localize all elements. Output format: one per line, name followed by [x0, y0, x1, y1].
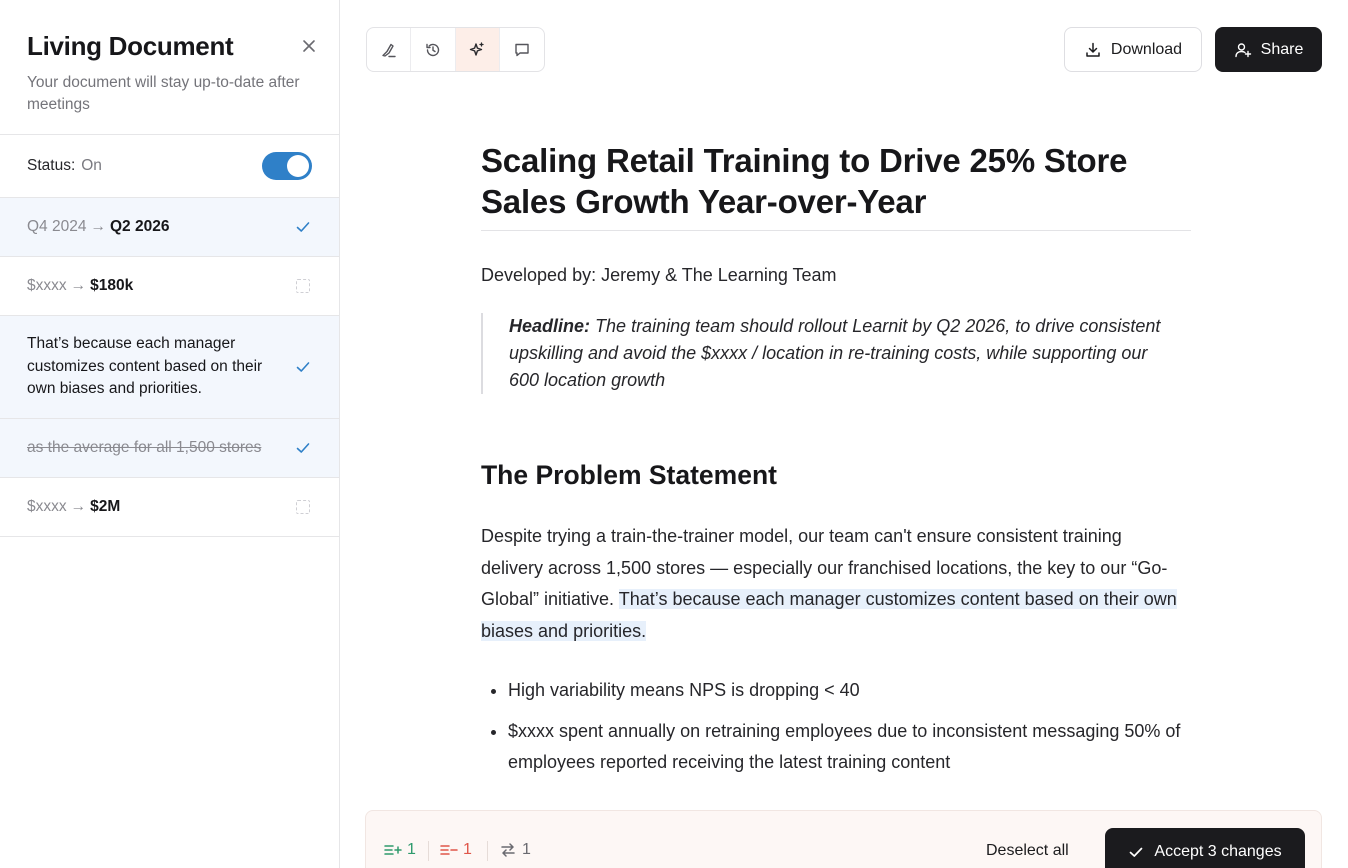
- check-icon[interactable]: [294, 439, 312, 457]
- headline-text: The training team should rollout Learnit…: [509, 316, 1161, 390]
- added-count-value: 1: [407, 841, 416, 858]
- arrow-right-icon: →: [90, 217, 106, 235]
- change-new-value: $180k: [90, 276, 134, 294]
- change-item-added-sentence[interactable]: That’s because each manager customizes c…: [0, 316, 339, 419]
- status-value: On: [81, 157, 102, 174]
- unchecked-box-icon[interactable]: [296, 279, 310, 293]
- change-item-amount-2[interactable]: $xxxx → $2M: [0, 478, 339, 537]
- change-old-value: Q4 2024: [27, 217, 87, 235]
- arrow-right-icon: →: [70, 276, 87, 294]
- check-icon[interactable]: [294, 358, 312, 376]
- sparkle-icon[interactable]: [455, 28, 500, 71]
- comment-icon[interactable]: [500, 28, 544, 71]
- added-count: 1: [384, 841, 416, 859]
- document-title[interactable]: Scaling Retail Training to Drive 25% Sto…: [481, 140, 1191, 231]
- section-heading[interactable]: The Problem Statement: [481, 459, 1191, 491]
- removed-count-value: 1: [463, 841, 472, 858]
- removed-text: as the average for all 1,500 stores: [27, 438, 262, 456]
- change-new-value: $2M: [90, 497, 121, 515]
- modified-count: 1: [499, 841, 531, 859]
- modified-count-value: 1: [522, 841, 531, 858]
- download-icon: [1086, 42, 1100, 57]
- developed-by[interactable]: Developed by: Jeremy & The Learning Team: [481, 263, 1191, 287]
- bullet-list: High variability means NPS is dropping <…: [481, 675, 1191, 778]
- share-button[interactable]: Share: [1215, 27, 1322, 72]
- status-row: Status: On: [0, 135, 339, 198]
- document-body: Scaling Retail Training to Drive 25% Sto…: [481, 140, 1191, 788]
- change-item-amount[interactable]: $xxxx → $180k: [0, 257, 339, 316]
- arrow-right-icon: →: [70, 497, 87, 515]
- swap-icon: [501, 843, 515, 857]
- status-toggle[interactable]: [262, 152, 312, 180]
- list-item[interactable]: $xxxx spent annually on retraining emplo…: [491, 716, 1191, 778]
- download-label: Download: [1110, 40, 1183, 58]
- list-item[interactable]: High variability means NPS is dropping <…: [491, 675, 1191, 706]
- close-icon[interactable]: [299, 36, 319, 56]
- toggle-knob: [287, 155, 309, 177]
- change-new-value: Q2 2026: [109, 217, 170, 235]
- history-icon[interactable]: [411, 28, 456, 71]
- download-button[interactable]: Download: [1064, 27, 1202, 72]
- panel-header: Living Document Your document will stay …: [0, 0, 339, 135]
- status-label: Status:: [27, 157, 76, 174]
- editor-toolbar: [366, 27, 545, 72]
- share-label: Share: [1260, 40, 1304, 58]
- accept-changes-button[interactable]: Accept 3 changes: [1105, 828, 1305, 868]
- lines-added-icon: [384, 845, 402, 855]
- panel-title: Living Document: [27, 31, 234, 61]
- panel-subtitle: Your document will stay up-to-date after…: [27, 74, 300, 113]
- lines-removed-icon: [440, 845, 458, 855]
- divider: [428, 841, 429, 861]
- change-old-value: $xxxx: [27, 497, 67, 515]
- accept-label: Accept 3 changes: [1154, 843, 1282, 860]
- check-icon[interactable]: [294, 218, 312, 236]
- change-item-date[interactable]: Q4 2024 → Q2 2026: [0, 198, 339, 257]
- headline-quote[interactable]: Headline: The training team should rollo…: [481, 313, 1181, 394]
- added-sentence: That’s because each manager customizes c…: [27, 335, 263, 398]
- living-document-panel: Living Document Your document will stay …: [0, 0, 340, 868]
- divider: [487, 841, 488, 861]
- pending-changes-bar: 1 1 1 Deselect all Accept 3 changes: [365, 810, 1322, 868]
- deselect-all-button[interactable]: Deselect all: [986, 842, 1069, 860]
- change-old-value: $xxxx: [27, 276, 67, 294]
- change-item-removed-text[interactable]: as the average for all 1,500 stores: [0, 419, 339, 478]
- unchecked-box-icon[interactable]: [296, 500, 310, 514]
- headline-label: Headline:: [509, 316, 591, 336]
- removed-count: 1: [440, 841, 472, 859]
- brush-icon[interactable]: [367, 28, 412, 71]
- check-icon: [1130, 847, 1143, 857]
- problem-paragraph[interactable]: Despite trying a train-the-trainer model…: [481, 521, 1186, 647]
- add-user-icon: [1234, 42, 1251, 57]
